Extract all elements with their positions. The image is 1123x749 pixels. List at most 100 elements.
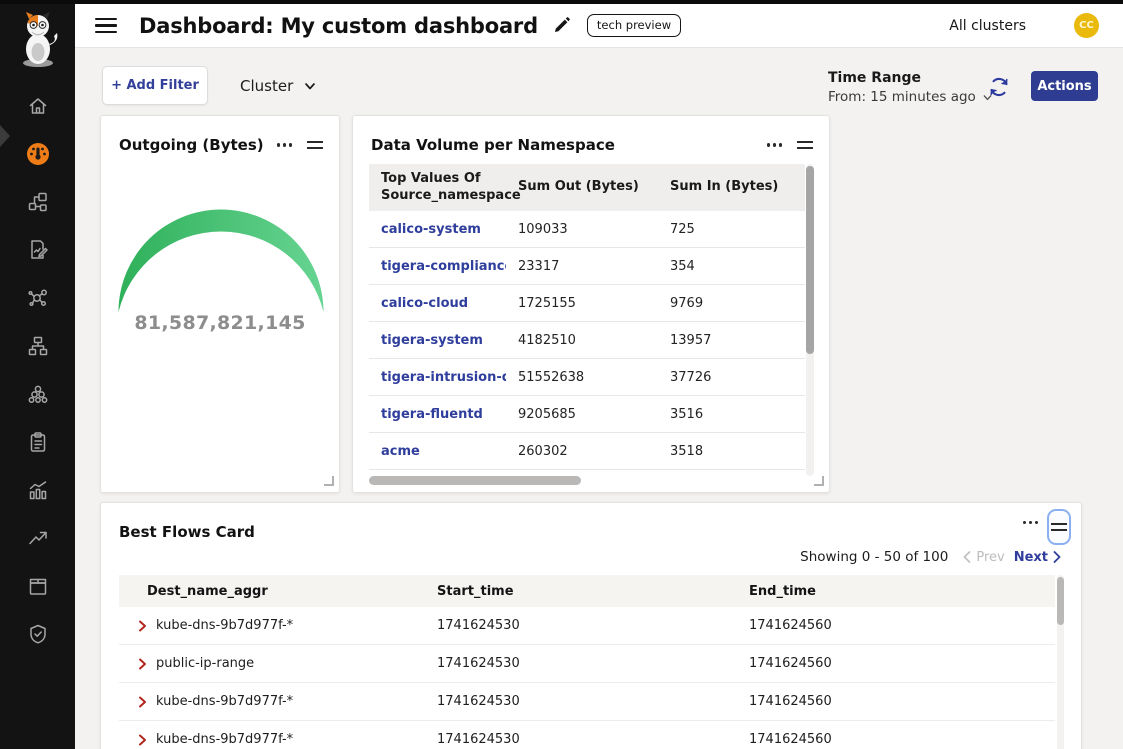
- prev-page-button[interactable]: Prev: [963, 550, 1004, 565]
- best-flows-card: Best Flows Card Showing 0 - 50 of 100 Pr…: [100, 502, 1082, 749]
- sidebar-item-clusters[interactable]: [23, 383, 53, 405]
- hamburger-menu-icon[interactable]: [95, 18, 117, 34]
- scrollbar-thumb[interactable]: [806, 166, 814, 354]
- dest-name: kube-dns-9b7d977f-*: [156, 618, 293, 633]
- dest-name: public-ip-range: [156, 656, 254, 671]
- actions-button[interactable]: Actions: [1031, 71, 1098, 101]
- sidebar-icon-list: [0, 95, 75, 645]
- expand-row-icon[interactable]: [138, 658, 147, 670]
- sum-in-value: 3516: [658, 407, 805, 422]
- clipboard-icon: [27, 431, 49, 453]
- pagination: Showing 0 - 50 of 100 Prev Next: [800, 549, 1061, 565]
- end-time: 1741624560: [721, 732, 1055, 747]
- sidebar-item-security[interactable]: [23, 623, 53, 645]
- dest-name: kube-dns-9b7d977f-*: [156, 732, 293, 747]
- gauge-icon: [25, 141, 51, 167]
- sidebar-item-home[interactable]: [23, 95, 53, 117]
- outgoing-bytes-card: Outgoing (Bytes) 81,587,821,145: [100, 115, 340, 493]
- column-header: End_time: [721, 584, 1055, 599]
- sidebar-item-statistics[interactable]: [23, 479, 53, 501]
- network-tree-icon: [27, 335, 49, 357]
- sum-out-value: 260302: [506, 444, 658, 459]
- cluster-dropdown[interactable]: Cluster: [240, 74, 317, 98]
- table-row: kube-dns-9b7d977f-* 1741624530 174162456…: [119, 607, 1055, 645]
- sidebar-item-dashboards-active[interactable]: [23, 143, 53, 165]
- vertical-scrollbar[interactable]: [1057, 575, 1064, 749]
- next-page-button[interactable]: Next: [1014, 550, 1061, 565]
- pagination-status: Showing 0 - 50 of 100: [800, 549, 948, 565]
- molecule-icon: [27, 287, 49, 309]
- table-row: tigera-fluentd 9205685 3516: [369, 396, 805, 433]
- sidebar-item-graph-explorer[interactable]: [23, 287, 53, 309]
- scrollbar-thumb[interactable]: [369, 476, 581, 485]
- expand-row-icon[interactable]: [138, 734, 147, 746]
- namespace-link[interactable]: calico-cloud: [369, 296, 506, 311]
- table-header-row: Top Values Of Source_namespace Sum Out (…: [369, 164, 805, 211]
- data-volume-card: Data Volume per Namespace Top Values Of …: [352, 115, 830, 493]
- sidebar-item-trends[interactable]: [23, 527, 53, 549]
- pencil-icon: [552, 16, 571, 35]
- column-header: Dest_name_aggr: [119, 584, 409, 599]
- report-edit-icon: [27, 239, 49, 261]
- app-root: Dashboard: My custom dashboard tech prev…: [0, 0, 1123, 749]
- sum-in-value: 354: [658, 259, 805, 274]
- all-clusters-selector[interactable]: All clusters: [949, 18, 1026, 34]
- namespace-table: Top Values Of Source_namespace Sum Out (…: [369, 164, 805, 470]
- chevron-left-icon: [963, 551, 971, 563]
- column-header: Sum Out (Bytes): [506, 179, 658, 195]
- table-row: kube-dns-9b7d977f-* 1741624530 174162456…: [119, 721, 1055, 749]
- card-header: Outgoing (Bytes): [101, 116, 339, 160]
- table-row: tigera-intrusion-d… 51552638 37726: [369, 359, 805, 396]
- sidebar-item-packages[interactable]: [23, 575, 53, 597]
- namespace-link[interactable]: acme: [369, 444, 506, 459]
- refresh-button[interactable]: [987, 75, 1011, 99]
- calico-cat-logo[interactable]: [0, 8, 75, 72]
- namespace-link[interactable]: tigera-fluentd: [369, 407, 506, 422]
- card-resize-handle[interactable]: [324, 476, 334, 486]
- dest-name: kube-dns-9b7d977f-*: [156, 694, 293, 709]
- cluster-nodes-icon: [27, 383, 49, 405]
- card-drag-handle-icon[interactable]: [797, 141, 813, 149]
- vertical-scrollbar[interactable]: [806, 164, 814, 476]
- service-graph-icon: [27, 191, 49, 213]
- table-header-row: Dest_name_aggr Start_time End_time: [119, 575, 1055, 607]
- sum-out-value: 23317: [506, 259, 658, 274]
- namespace-link[interactable]: tigera-compliance: [369, 259, 506, 274]
- trend-up-icon: [27, 527, 49, 549]
- gauge-chart: [111, 202, 331, 316]
- sum-in-value: 725: [658, 222, 805, 237]
- edit-dashboard-button[interactable]: [552, 16, 571, 35]
- card-menu-icon[interactable]: [277, 143, 292, 146]
- expand-row-icon[interactable]: [138, 696, 147, 708]
- sidebar-item-service-graph[interactable]: [23, 191, 53, 213]
- home-icon: [27, 95, 49, 117]
- namespace-link[interactable]: calico-system: [369, 222, 506, 237]
- time-range-block: Time Range From: 15 minutes ago: [828, 70, 993, 105]
- gauge-value: 81,587,821,145: [101, 312, 339, 334]
- table-row: calico-system 109033 725: [369, 211, 805, 248]
- namespace-link[interactable]: tigera-intrusion-d…: [369, 370, 506, 385]
- card-menu-icon[interactable]: [1023, 521, 1038, 524]
- sidebar-item-network-sets[interactable]: [23, 335, 53, 357]
- card-resize-handle[interactable]: [814, 476, 824, 486]
- card-drag-handle-icon[interactable]: [307, 141, 323, 149]
- sidebar-item-reports[interactable]: [23, 239, 53, 261]
- card-drag-handle-focused[interactable]: [1047, 509, 1071, 545]
- time-range-value-dropdown[interactable]: From: 15 minutes ago: [828, 89, 993, 105]
- sum-out-value: 109033: [506, 222, 658, 237]
- scrollbar-thumb[interactable]: [1057, 577, 1064, 625]
- card-menu-icon[interactable]: [767, 143, 782, 146]
- namespace-link[interactable]: tigera-system: [369, 333, 506, 348]
- card-header: Data Volume per Namespace: [353, 116, 829, 160]
- page-title: Dashboard: My custom dashboard: [139, 14, 538, 38]
- expand-row-icon[interactable]: [138, 620, 147, 632]
- add-filter-button[interactable]: + Add Filter: [102, 66, 208, 105]
- window-top-edge: [0, 0, 1123, 4]
- refresh-icon: [987, 75, 1011, 99]
- bar-chart-icon: [27, 479, 49, 501]
- user-avatar[interactable]: CC: [1074, 13, 1099, 38]
- horizontal-scrollbar[interactable]: [369, 476, 805, 485]
- card-title: Data Volume per Namespace: [371, 136, 615, 154]
- sidebar-item-compliance[interactable]: [23, 431, 53, 453]
- table-row: tigera-system 4182510 13957: [369, 322, 805, 359]
